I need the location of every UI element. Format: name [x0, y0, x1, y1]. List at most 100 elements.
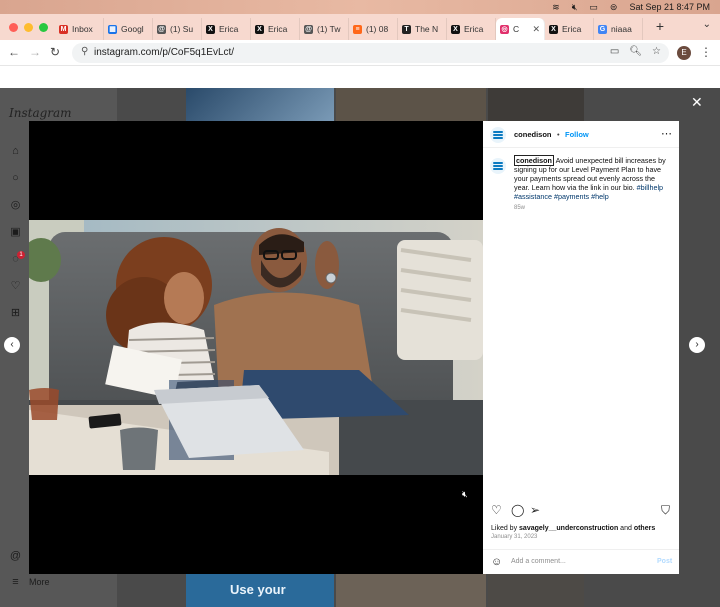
browser-tab-strip: M Inbox ▦ Googl @ (1) Su X Erica X Erica @ (1) Tw ≡ (…	[0, 14, 720, 40]
close-window-button[interactable]	[9, 23, 18, 32]
site-info-icon[interactable]: ⚲	[81, 46, 88, 57]
back-arrow-icon[interactable]: ←	[8, 45, 20, 59]
more-options-icon[interactable]: ⋯	[661, 127, 672, 140]
more-label[interactable]: More	[29, 577, 50, 587]
liked-by-others-link[interactable]: others	[634, 525, 655, 532]
browser-menu-icon[interactable]: ⋮	[700, 45, 712, 59]
explore-icon[interactable]: ◎	[9, 199, 22, 212]
feed-tile[interactable]	[336, 88, 486, 121]
mute-status-icon[interactable]: 🔇︎	[572, 1, 578, 13]
browser-tab[interactable]: T The N	[398, 18, 447, 40]
reels-icon[interactable]: ▣	[9, 226, 22, 239]
home-icon[interactable]: ⌂	[9, 145, 22, 158]
notification-badge: 1	[17, 251, 25, 259]
previous-post-arrow-icon[interactable]: ‹	[4, 337, 20, 353]
x-icon: X	[451, 24, 460, 34]
browser-tab[interactable]: Gniaaa	[594, 18, 643, 40]
tab-label: (1) 08	[366, 24, 389, 34]
post-author-username[interactable]: conedison	[514, 130, 552, 139]
post-details-panel: conedison • Follow ⋯ conedison Avoid une…	[483, 121, 679, 574]
browser-tab[interactable]: ▦ Googl	[104, 18, 153, 40]
tab-label: Erica	[219, 24, 239, 34]
instagram-icon: ◎	[500, 24, 509, 34]
bookmark-star-icon[interactable]: ☆	[652, 46, 661, 57]
conedison-avatar[interactable]	[490, 127, 506, 143]
browser-tab[interactable]: X Erica	[545, 18, 594, 40]
threads-icon: @	[304, 24, 313, 34]
cast-icon[interactable]: ▭	[610, 46, 619, 57]
feed-tile[interactable]	[186, 88, 334, 121]
fullscreen-window-button[interactable]	[39, 23, 48, 32]
comment-input[interactable]: Add a comment...	[511, 558, 566, 565]
url-text[interactable]: instagram.com/p/CoF5q1EvLct/	[94, 47, 234, 58]
tab-label: Erica	[464, 24, 484, 34]
more-menu-icon[interactable]: ≡	[9, 576, 22, 589]
feed-tile[interactable]: Use your	[186, 574, 334, 607]
browser-tab[interactable]: X Erica	[202, 18, 251, 40]
caption-author-avatar[interactable]	[490, 158, 506, 174]
browser-tab[interactable]: X Erica	[251, 18, 300, 40]
control-center-icon[interactable]: ⊜	[610, 1, 618, 13]
reload-icon[interactable]: ↻	[50, 45, 60, 59]
profile-avatar[interactable]: E	[677, 46, 691, 60]
tab-label: niaaa	[611, 24, 632, 34]
browser-tab[interactable]: ≡ (1) 08	[349, 18, 398, 40]
tab-label: Erica	[562, 24, 582, 34]
comment-bubble-icon[interactable]: ◯	[511, 503, 524, 517]
wifi-icon[interactable]: ≋	[552, 1, 560, 13]
tab-label: The N	[415, 24, 439, 34]
browser-tab[interactable]: ◎ C ✕	[496, 18, 545, 40]
address-bar[interactable]: ⚲ instagram.com/p/CoF5q1EvLct/ ▭ 🔍︎ ☆	[72, 43, 669, 63]
liked-by-prefix: Liked by	[491, 525, 520, 532]
tab-label: Inbox	[72, 24, 93, 34]
audio-muted-icon[interactable]: 🔇︎	[462, 489, 468, 500]
feed-tile-text: Use your	[230, 582, 286, 597]
share-paper-plane-icon[interactable]: ➢	[530, 503, 540, 517]
threads-icon[interactable]: @	[9, 550, 22, 563]
browser-tab[interactable]: @ (1) Tw	[300, 18, 349, 40]
close-modal-icon[interactable]: ✕	[691, 94, 703, 111]
next-post-arrow-icon[interactable]: ›	[689, 337, 705, 353]
post-comment-button[interactable]: Post	[657, 558, 672, 565]
menubar-status-area: ≋ 🔇︎ ▭ ⊜ Sat Sep 21 8:47 PM	[552, 1, 710, 13]
emoji-picker-icon[interactable]: ☺	[491, 556, 502, 568]
post-caption: conedison Avoid unexpected bill increase…	[514, 155, 672, 202]
search-icon[interactable]: ○	[9, 172, 22, 185]
couple-reviewing-bill-image	[29, 220, 483, 475]
create-icon[interactable]: ⊞	[9, 307, 22, 320]
gmail-icon: M	[59, 24, 68, 34]
post-media[interactable]: 🔇︎	[29, 121, 483, 574]
omnibox-actions: ▭ 🔍︎ ☆	[610, 46, 661, 57]
browser-tab[interactable]: @ (1) Su	[153, 18, 202, 40]
follow-button[interactable]: Follow	[565, 130, 589, 139]
zoom-icon[interactable]: 🔍︎	[629, 46, 642, 57]
save-bookmark-icon[interactable]: ⛉	[661, 503, 670, 518]
browser-toolbar: ← → ↻ ⚲ instagram.com/p/CoF5q1EvLct/ ▭ 🔍…	[0, 40, 720, 66]
liked-by-text: Liked by savagely__underconstruction and…	[491, 525, 655, 532]
feed-tile[interactable]	[488, 88, 584, 121]
liked-by-user-link[interactable]: savagely__underconstruction	[519, 525, 618, 532]
liked-by-and: and	[618, 525, 634, 532]
post-date[interactable]: January 31, 2023	[491, 534, 537, 540]
battery-icon[interactable]: ▭	[589, 1, 598, 13]
browser-tab[interactable]: M Inbox	[55, 18, 104, 40]
instagram-logo[interactable]: Instagram	[9, 106, 72, 120]
forward-arrow-icon[interactable]: →	[29, 45, 41, 59]
feed-tile[interactable]	[488, 574, 584, 607]
tab-list: M Inbox ▦ Googl @ (1) Su X Erica X Erica @ (1) Tw ≡ (…	[55, 18, 643, 40]
browser-tab[interactable]: X Erica	[447, 18, 496, 40]
close-tab-icon[interactable]: ✕	[532, 24, 540, 35]
nyt-icon: T	[402, 24, 411, 34]
new-tab-button[interactable]: +	[652, 18, 668, 36]
menubar-clock[interactable]: Sat Sep 21 8:47 PM	[629, 1, 710, 13]
like-heart-icon[interactable]: ♡	[491, 503, 502, 517]
minimize-window-button[interactable]	[24, 23, 33, 32]
instagram-page: Instagram ⌂ ○ ◎ ▣ ◌ 1 ♡ ⊞ @ ≡ More Use y…	[0, 88, 720, 607]
tab-search-chevron-icon[interactable]: ⌄	[703, 19, 711, 30]
post-header: conedison • Follow ⋯	[483, 121, 679, 148]
feed-tile[interactable]	[336, 574, 486, 607]
caption-age[interactable]: 85w	[514, 205, 525, 211]
tab-label: C	[513, 24, 520, 34]
notifications-heart-icon[interactable]: ♡	[9, 280, 22, 293]
post-photo[interactable]	[29, 220, 483, 475]
